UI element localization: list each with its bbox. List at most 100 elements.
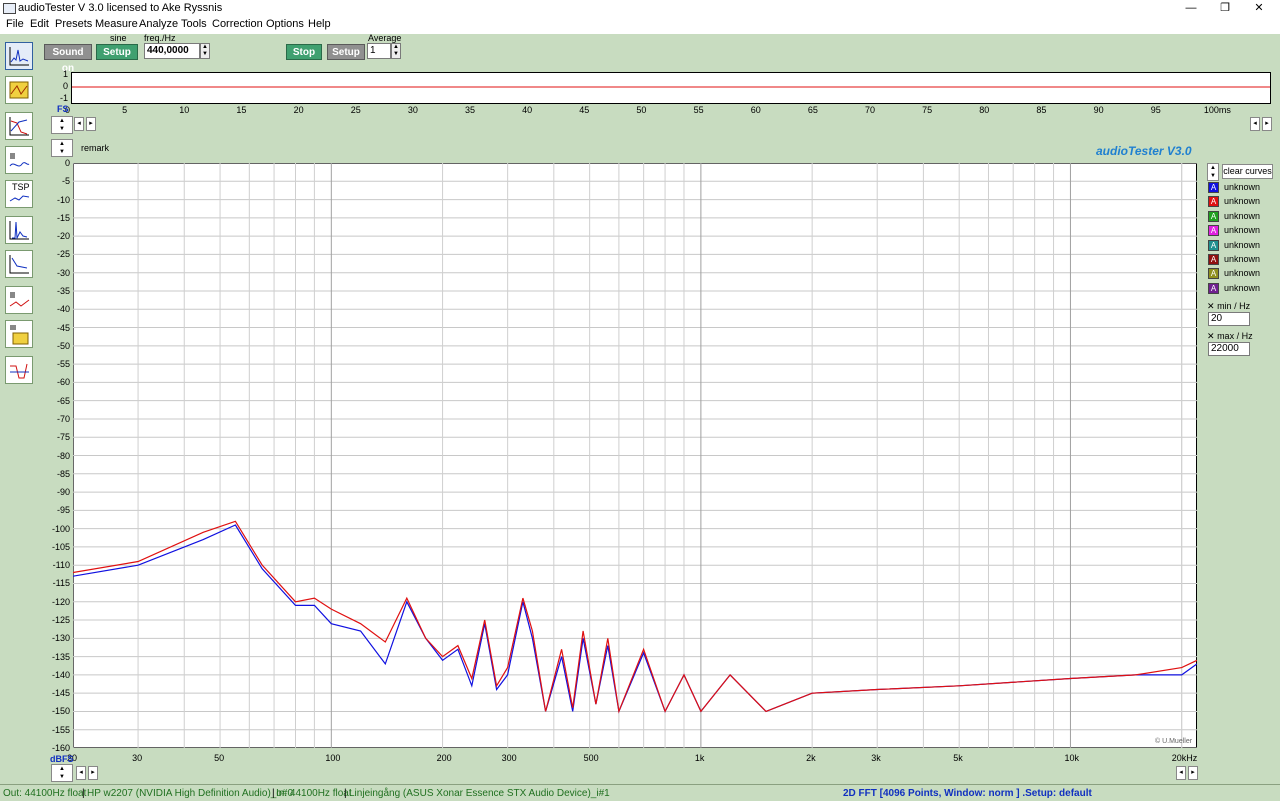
oscilloscope-tool-icon[interactable] [5, 76, 33, 104]
menu-tools[interactable]: Tools [181, 18, 207, 30]
speaker-response-tool-icon[interactable] [5, 286, 33, 314]
status-fft-info: 2D FFT [4096 Points, Window: norm ] .Set… [843, 788, 1092, 799]
y-tick-label: -120 [51, 596, 70, 607]
curve-color-swatch[interactable]: A [1208, 182, 1219, 193]
curve-color-swatch[interactable]: A [1208, 210, 1219, 222]
copyright-text: © U.Mueller [1155, 738, 1193, 745]
minimize-button[interactable]: — [1176, 0, 1206, 16]
impulse-tool-icon[interactable] [5, 216, 33, 244]
time-x-tick: 15 [236, 105, 247, 115]
legend-label: unknown [1224, 239, 1261, 250]
close-button[interactable]: ✕ [1244, 0, 1274, 16]
spectrum-zoom-left-button[interactable]: ◂ [1176, 766, 1186, 780]
average-spinner[interactable]: ▲ ▼ [391, 43, 401, 59]
menu-help[interactable]: Help [308, 18, 331, 30]
xmax-label: ✕ max / Hz [1207, 331, 1253, 342]
spectrum-tool-icon[interactable] [5, 42, 33, 70]
curve-color-swatch[interactable]: A [1208, 254, 1219, 265]
menu-options[interactable]: Options [266, 18, 304, 30]
menu-correction[interactable]: Correction [212, 18, 263, 30]
menu-file[interactable]: File [6, 18, 24, 30]
y-tick-label: -105 [51, 541, 70, 552]
time-x-tick: 60 [750, 105, 761, 115]
speaker-tool-icon[interactable] [5, 146, 33, 174]
legend-item[interactable]: Aunknown [1208, 239, 1276, 252]
spectrum-y-zoom-spinner[interactable]: ▲ ▼ [51, 764, 73, 782]
legend-item[interactable]: Aunknown [1208, 196, 1276, 208]
legend-item[interactable]: Aunknown [1208, 182, 1276, 194]
x-tick-label: 10k [1064, 753, 1079, 763]
time-x-tick: 55 [693, 105, 704, 115]
y-tick-label: -35 [56, 285, 70, 296]
analyzer-setup-button[interactable]: Setup [327, 44, 365, 60]
y-tick-label: -15 [56, 212, 70, 223]
menu-presets[interactable]: Presets [55, 18, 92, 30]
menu-measure[interactable]: Measure [95, 18, 138, 30]
legend-item[interactable]: Aunknown [1208, 210, 1276, 223]
frequency-input[interactable]: 440,0000 [144, 43, 200, 59]
tsp-tool-icon[interactable]: TSP [5, 180, 33, 208]
status-input-format: In: 44100Hz float [276, 788, 352, 799]
xmax-input[interactable]: 22000 [1208, 342, 1250, 356]
y-tick-label: -140 [51, 669, 70, 680]
curve-color-swatch[interactable]: A [1208, 268, 1219, 280]
spectrum-y-shift-spinner[interactable]: ▲ ▼ [51, 139, 73, 157]
y-tick-label: -60 [56, 377, 70, 388]
legend-item[interactable]: Aunknown [1208, 282, 1276, 295]
waveform-label: sine [110, 33, 127, 43]
distortion-tool-icon[interactable] [5, 250, 33, 278]
curve-color-swatch[interactable]: A [1208, 239, 1219, 251]
legend-spinner[interactable]: ▲ ▼ [1207, 163, 1219, 181]
legend-item[interactable]: Aunknown [1208, 225, 1276, 237]
spectrum-zoom-right-button[interactable]: ▸ [1188, 766, 1198, 780]
y-tick-label: -125 [51, 615, 70, 626]
time-x-tick: 100ms [1203, 105, 1231, 115]
time-y-zoom-spinner[interactable]: ▲ ▼ [51, 116, 73, 134]
window-title: audioTester V 3.0 licensed to Ake Ryssni… [18, 2, 223, 14]
y-tick-label: -5 [61, 176, 70, 187]
calibration-tool-icon[interactable] [5, 320, 33, 348]
frequency-response-tool-icon[interactable] [5, 112, 33, 140]
time-x-tick: 5 [122, 105, 128, 115]
y-tick-label: -110 [52, 560, 70, 571]
menu-analyze[interactable]: Analyze [139, 18, 178, 30]
menu-bar: File Edit Presets Measure Analyze Tools … [0, 16, 1280, 34]
time-zoom-left-button[interactable]: ◂ [1250, 117, 1260, 131]
legend-item[interactable]: Aunknown [1208, 268, 1276, 280]
legend-item[interactable]: Aunknown [1208, 254, 1276, 266]
time-scroll-right-button[interactable]: ▸ [86, 117, 96, 131]
time-x-tick: 70 [865, 105, 876, 115]
spectrum-scroll-right-button[interactable]: ▸ [88, 766, 98, 780]
x-tick-label: 5k [953, 753, 963, 763]
xmin-input[interactable]: 20 [1208, 312, 1250, 326]
time-zoom-right-button[interactable]: ▸ [1262, 117, 1272, 131]
y-tick-label: -85 [56, 468, 70, 479]
x-tick-label: 50 [214, 753, 225, 763]
xmax-x-icon: ✕ [1207, 331, 1215, 341]
clear-curves-button[interactable]: clear curves [1222, 164, 1273, 179]
y-tick-label: -155 [51, 724, 70, 735]
curve-color-swatch[interactable]: A [1208, 196, 1219, 208]
filter-tool-icon[interactable] [5, 356, 33, 384]
stop-button[interactable]: Stop [286, 44, 322, 60]
average-input[interactable]: 1 [367, 43, 391, 59]
status-output-format: Out: 44100Hz float [3, 788, 87, 799]
time-fs-label: FS [57, 104, 69, 114]
frequency-spinner[interactable]: ▲ ▼ [200, 43, 210, 59]
time-x-tick: 10 [179, 105, 190, 115]
sound-on-button[interactable]: Sound on [44, 44, 92, 74]
menu-edit[interactable]: Edit [30, 18, 49, 30]
time-scroll-left-button[interactable]: ◂ [74, 117, 84, 131]
y-tick-label: -90 [56, 487, 70, 498]
y-tick-label: -130 [51, 633, 70, 644]
time-x-tick: 40 [522, 105, 533, 115]
y-tick-label: -50 [56, 340, 70, 351]
spectrum-scroll-left-button[interactable]: ◂ [76, 766, 86, 780]
maximize-button[interactable]: ❐ [1210, 0, 1240, 16]
app-brand: audioTester V3.0 [1096, 144, 1192, 158]
x-tick-label: 500 [583, 753, 599, 763]
legend-label: unknown [1224, 282, 1261, 293]
curve-color-swatch[interactable]: A [1208, 225, 1219, 237]
generator-setup-button[interactable]: Setup [96, 44, 138, 60]
curve-color-swatch[interactable]: A [1208, 282, 1219, 294]
